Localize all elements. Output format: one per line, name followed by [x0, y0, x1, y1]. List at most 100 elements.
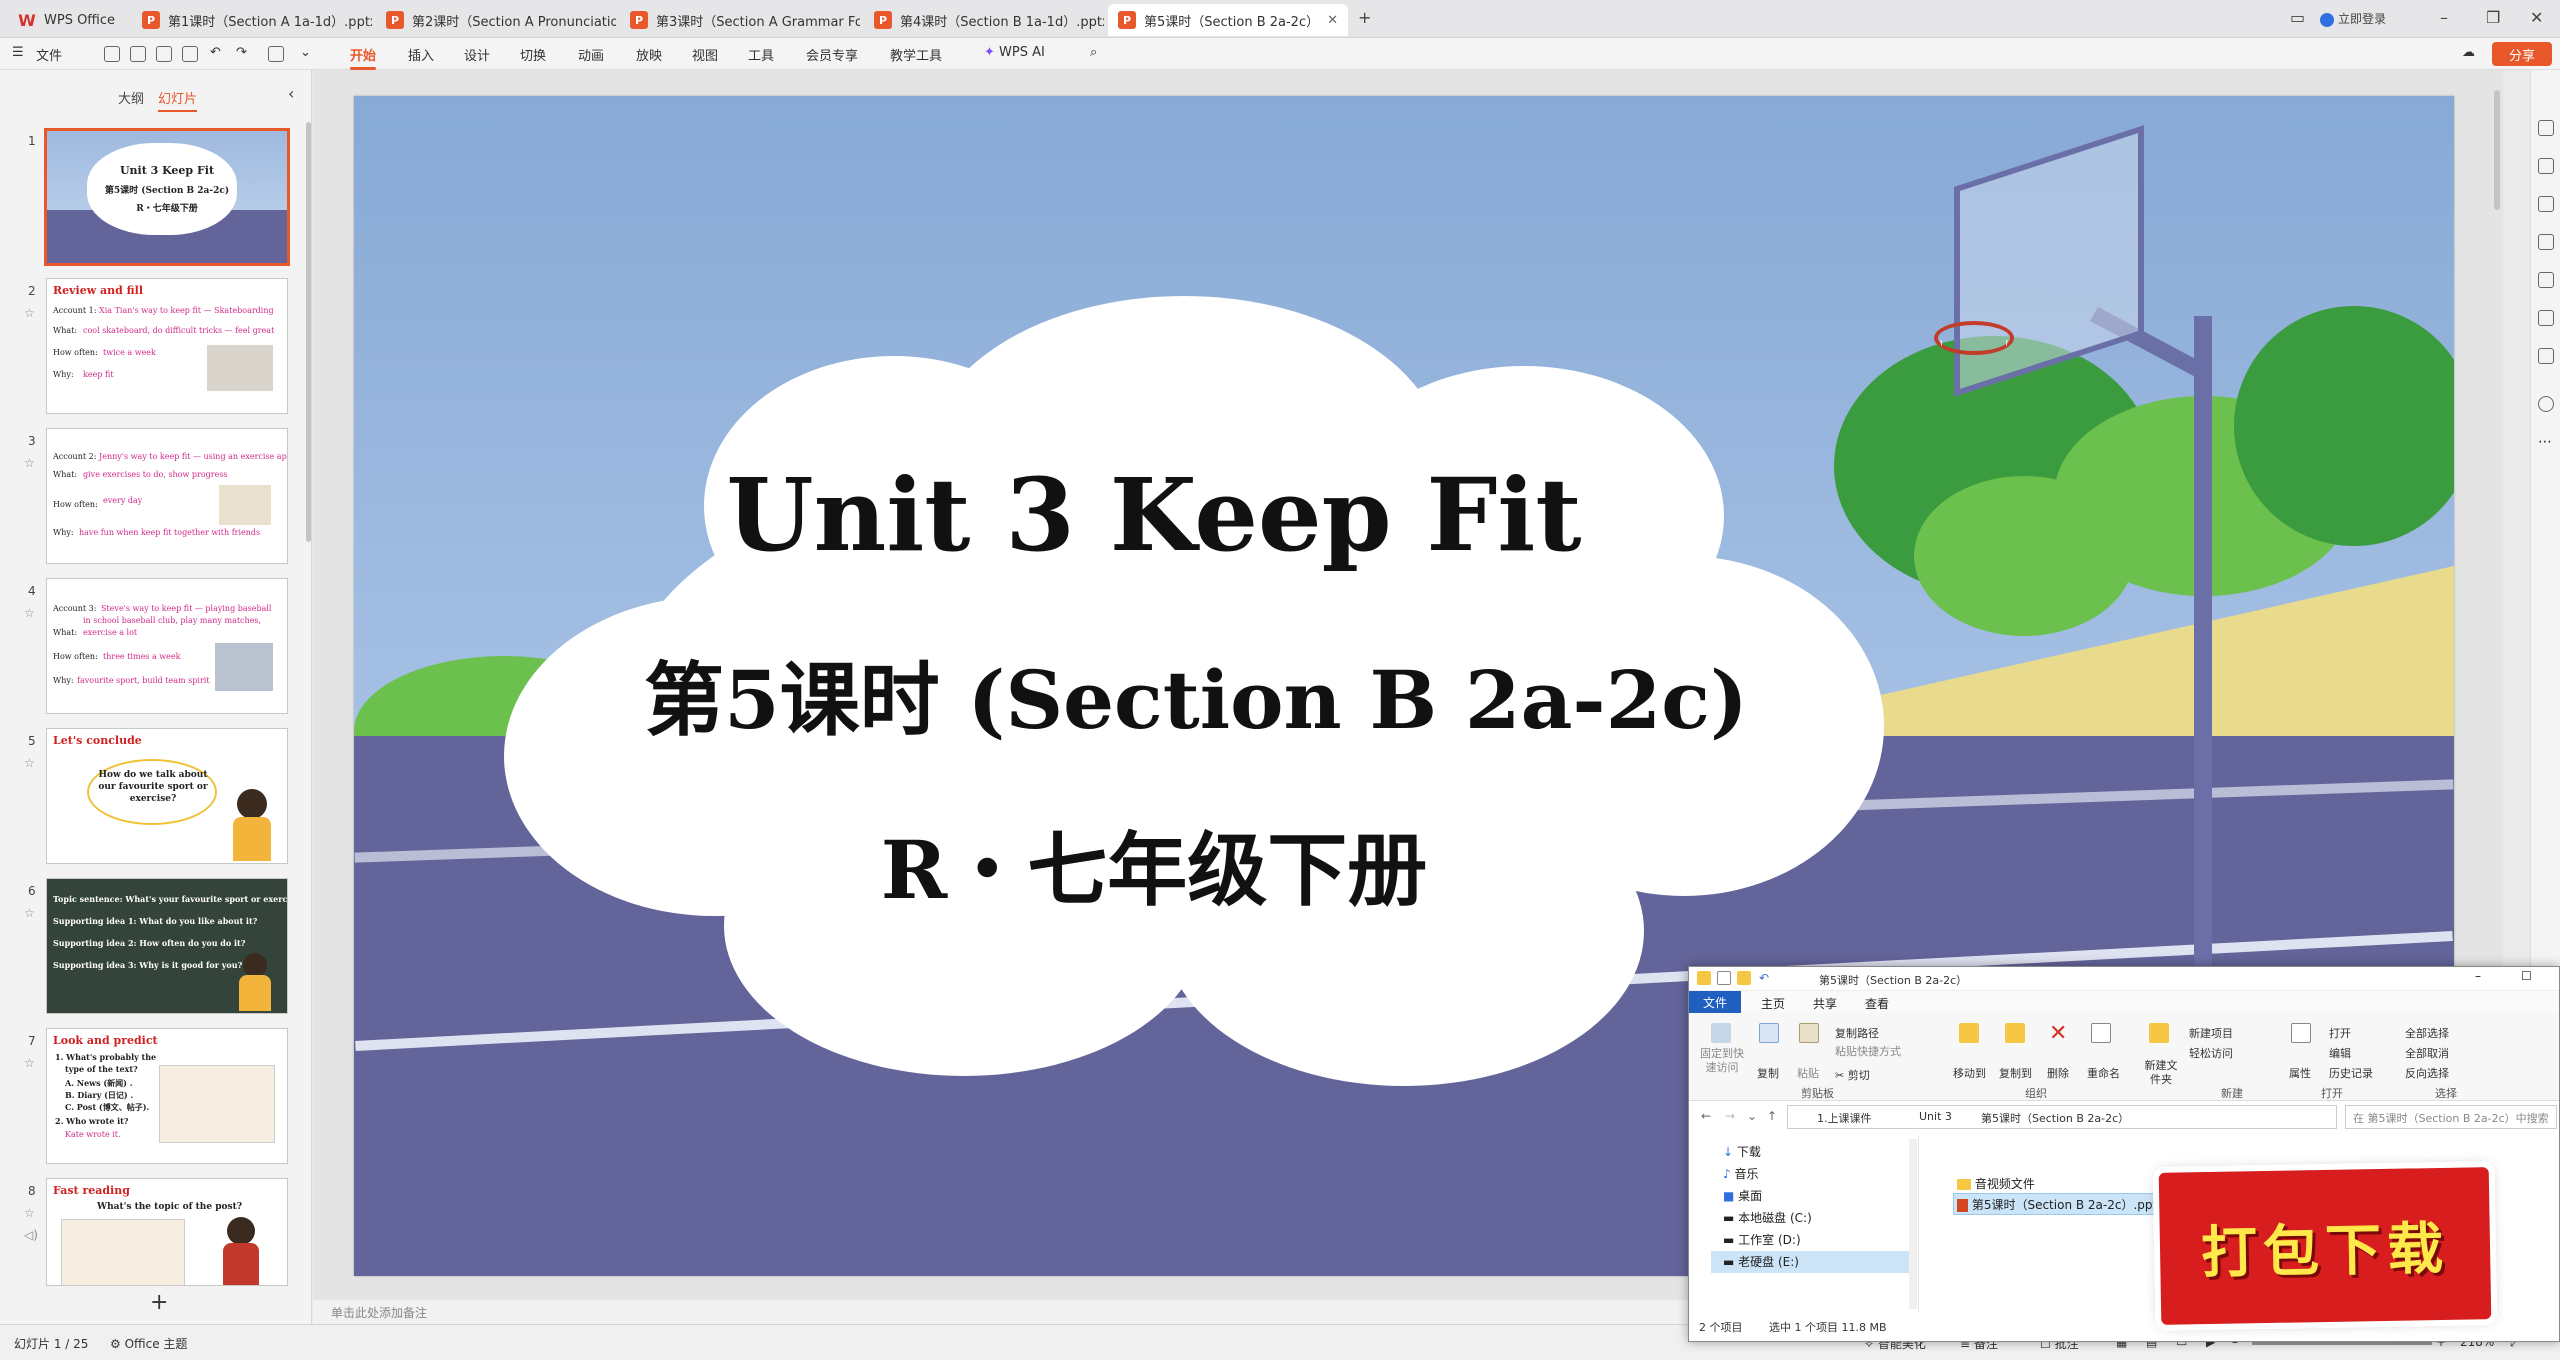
- slide-thumb-5[interactable]: Let's conclude How do we talk about our …: [46, 728, 288, 864]
- tab-wps-home[interactable]: W WPS Office: [8, 4, 128, 36]
- star-icon[interactable]: ☆: [24, 1056, 35, 1070]
- star-icon[interactable]: [2538, 158, 2554, 174]
- close-icon[interactable]: ✕: [1319, 13, 1338, 28]
- slide-scrollbar[interactable]: [2494, 90, 2500, 210]
- add-tab-button[interactable]: +: [1358, 8, 1371, 27]
- star-icon[interactable]: ☆: [24, 456, 35, 470]
- login-link[interactable]: 立即登录: [2320, 10, 2386, 27]
- window-layout-icon[interactable]: ▭: [2290, 8, 2305, 27]
- rename-icon[interactable]: [2091, 1023, 2111, 1043]
- redo-icon[interactable]: ↷: [236, 45, 247, 60]
- star-icon[interactable]: ☆: [24, 756, 35, 770]
- collapse-panel-button[interactable]: ‹: [288, 84, 294, 103]
- audio-icon[interactable]: ◁): [24, 1228, 38, 1242]
- file-item-pptx[interactable]: 第5课时（Section B 2a-2c）.pptx: [1957, 1196, 2164, 1213]
- paste-icon[interactable]: [1799, 1023, 1819, 1043]
- tab-doc-1[interactable]: P 第1课时（Section A 1a-1d）.pptx: [132, 4, 372, 36]
- nav-item-downloads[interactable]: ↓ 下载: [1723, 1143, 1761, 1160]
- slide-thumb-7[interactable]: Look and predict 1. What's probably the …: [46, 1028, 288, 1164]
- ribbon-tab-animation[interactable]: 动画: [578, 45, 604, 64]
- pin-icon[interactable]: [1711, 1023, 1731, 1043]
- explorer-tab-view[interactable]: 查看: [1865, 995, 1889, 1012]
- paste-shortcut-button[interactable]: 粘贴快捷方式: [1835, 1043, 1901, 1059]
- nav-item-drive-e[interactable]: ▬ 老硬盘 (E:): [1723, 1253, 1799, 1270]
- undo-icon[interactable]: ↶: [210, 45, 221, 60]
- copy-button[interactable]: 复制: [1757, 1065, 1779, 1081]
- close-window-icon[interactable]: ✕: [2530, 8, 2543, 27]
- select-all-button[interactable]: 全部选择: [2405, 1025, 2449, 1041]
- edit-button[interactable]: 编辑: [2329, 1045, 2351, 1061]
- more-icon[interactable]: ⋯: [2538, 434, 2554, 450]
- layout-icon[interactable]: [2538, 272, 2554, 288]
- forward-icon[interactable]: →: [1725, 1109, 1735, 1123]
- explorer-tab-home[interactable]: 主页: [1761, 995, 1785, 1012]
- slide-thumb-8[interactable]: Fast reading What's the topic of the pos…: [46, 1178, 288, 1286]
- properties-icon[interactable]: [2291, 1023, 2311, 1043]
- file-menu-button[interactable]: 文件: [36, 45, 62, 64]
- ribbon-tab-transition[interactable]: 切换: [520, 45, 546, 64]
- new-item-button[interactable]: 新建项目: [2189, 1025, 2233, 1041]
- star-icon[interactable]: ☆: [24, 606, 35, 620]
- tab-doc-2[interactable]: P 第2课时（Section A Pronunciation: [376, 4, 616, 36]
- copy-to-icon[interactable]: [2005, 1023, 2025, 1043]
- slide-thumb-1[interactable]: Unit 3 Keep Fit 第5课时 (Section B 2a-2c) R…: [44, 128, 290, 266]
- breadcrumb-1[interactable]: 1.上课课件: [1817, 1110, 1872, 1126]
- minimize-icon[interactable]: –: [2440, 8, 2448, 27]
- slide-thumb-6[interactable]: Topic sentence: What's your favourite sp…: [46, 878, 288, 1014]
- copy-path-button[interactable]: 复制路径: [1835, 1025, 1879, 1041]
- file-item-av-folder[interactable]: 音视频文件: [1957, 1175, 2035, 1192]
- theme-button[interactable]: ⚙ Office 主题: [110, 1335, 187, 1352]
- cloud-sync-icon[interactable]: ☁: [2462, 45, 2475, 60]
- ribbon-tab-home[interactable]: 开始: [350, 45, 377, 70]
- easy-access-button[interactable]: 轻松访问: [2189, 1045, 2233, 1061]
- ribbon-tab-slideshow[interactable]: 放映: [636, 45, 662, 64]
- restore-icon[interactable]: ❐: [2486, 8, 2500, 27]
- up-icon[interactable]: ↑: [1767, 1109, 1777, 1123]
- breadcrumb-2[interactable]: Unit 3: [1919, 1110, 1952, 1123]
- print-icon[interactable]: [156, 46, 172, 62]
- history-button[interactable]: 历史记录: [2329, 1065, 2373, 1081]
- layers-icon[interactable]: [2538, 348, 2554, 364]
- tab-slides[interactable]: 幻灯片: [158, 88, 198, 112]
- zoom-slider[interactable]: [2252, 1342, 2432, 1345]
- animation-icon[interactable]: [2538, 310, 2554, 326]
- ribbon-tab-member[interactable]: 会员专享: [806, 45, 858, 64]
- nav-item-desktop[interactable]: ■ 桌面: [1723, 1187, 1762, 1204]
- copy-to-button[interactable]: 复制到: [1999, 1065, 2032, 1081]
- new-folder-icon[interactable]: [2149, 1023, 2169, 1043]
- nav-item-drive-c[interactable]: ▬ 本地磁盘 (C:): [1723, 1209, 1812, 1226]
- breadcrumb-3[interactable]: 第5课时（Section B 2a-2c）: [1981, 1110, 2129, 1126]
- select-none-button[interactable]: 全部取消: [2405, 1045, 2449, 1061]
- menu-button[interactable]: ☰: [12, 45, 24, 60]
- ribbon-tab-tools[interactable]: 工具: [748, 45, 774, 64]
- export-pdf-icon[interactable]: [130, 46, 146, 62]
- ribbon-tab-view[interactable]: 视图: [692, 45, 718, 64]
- tab-outline[interactable]: 大纲: [118, 88, 144, 107]
- back-icon[interactable]: ←: [1701, 1109, 1711, 1123]
- paste-button[interactable]: 粘贴: [1797, 1065, 1819, 1081]
- search-icon[interactable]: ⌕: [1090, 45, 1097, 60]
- cut-button[interactable]: ✂ 剪切: [1835, 1067, 1870, 1083]
- invert-selection-button[interactable]: 反向选择: [2405, 1065, 2449, 1081]
- rename-button[interactable]: 重命名: [2087, 1065, 2120, 1081]
- ribbon-tab-insert[interactable]: 插入: [408, 45, 434, 64]
- open-button[interactable]: 打开: [2329, 1025, 2351, 1041]
- explorer-tab-file[interactable]: 文件: [1689, 991, 1741, 1013]
- maximize-icon[interactable]: ☐: [2521, 969, 2532, 983]
- tab-doc-3[interactable]: P 第3课时（Section A Grammar Focu: [620, 4, 860, 36]
- new-folder-button[interactable]: 新建文件夹: [2141, 1059, 2181, 1087]
- properties-button[interactable]: 属性: [2289, 1065, 2311, 1081]
- add-slide-button[interactable]: +: [150, 1290, 168, 1315]
- quick-access-dropdown-icon[interactable]: ⌄: [300, 45, 311, 60]
- format-painter-icon[interactable]: [268, 46, 284, 62]
- tab-doc-5-active[interactable]: P 第5课时（Section B 2a-2c） ✕: [1108, 4, 1348, 36]
- undo-icon[interactable]: ↶: [1759, 971, 1769, 985]
- slide-thumb-3[interactable]: Account 2: Jenny's way to keep fit — usi…: [46, 428, 288, 564]
- star-icon[interactable]: ☆: [24, 906, 35, 920]
- tab-doc-4[interactable]: P 第4课时（Section B 1a-1d）.pptx: [864, 4, 1104, 36]
- save-icon[interactable]: [104, 46, 120, 62]
- nav-item-music[interactable]: ♪ 音乐: [1723, 1165, 1759, 1182]
- star-icon[interactable]: ☆: [24, 306, 35, 320]
- print-preview-icon[interactable]: [182, 46, 198, 62]
- move-to-button[interactable]: 移动到: [1953, 1065, 1986, 1081]
